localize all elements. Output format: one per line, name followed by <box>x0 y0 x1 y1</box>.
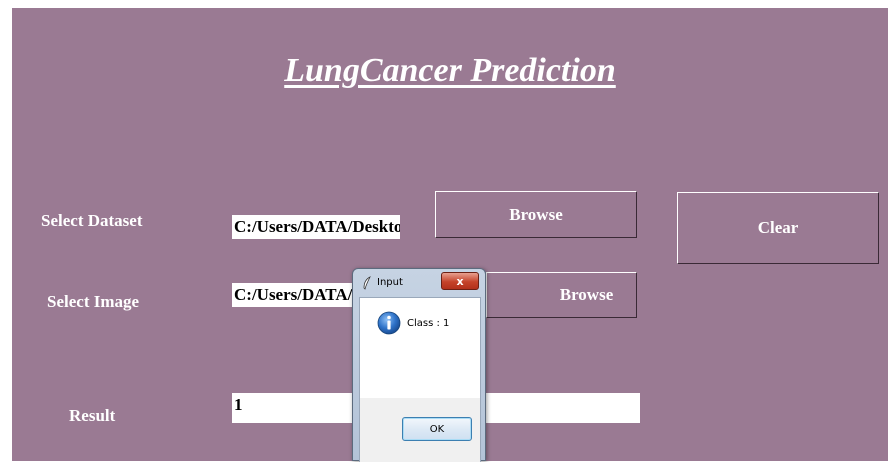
page-title: LungCancer Prediction <box>284 52 616 89</box>
input-dialog: Input x Class : 1 OK <box>352 268 486 462</box>
browse-image-button[interactable]: Browse <box>486 272 637 318</box>
dataset-path-field[interactable]: C:/Users/DATA/Deskto <box>232 215 400 239</box>
select-image-label: Select Image <box>47 292 140 311</box>
feather-icon <box>363 276 371 290</box>
browse-image-button-label: Browse <box>559 285 614 304</box>
browse-dataset-button[interactable]: Browse <box>435 191 637 238</box>
dialog-titlebar[interactable]: Input x <box>353 269 485 297</box>
close-icon: x <box>456 274 464 288</box>
clear-button[interactable]: Clear <box>677 192 879 264</box>
dialog-message: Class : 1 <box>407 318 450 329</box>
result-label: Result <box>69 406 116 425</box>
select-dataset-label: Select Dataset <box>41 211 143 230</box>
close-button[interactable]: x <box>441 272 479 290</box>
app-root: LungCancer Prediction Select Dataset C:/… <box>0 0 888 462</box>
info-icon <box>377 311 401 335</box>
dialog-title: Input <box>377 277 403 288</box>
ok-button[interactable]: OK <box>402 417 472 441</box>
